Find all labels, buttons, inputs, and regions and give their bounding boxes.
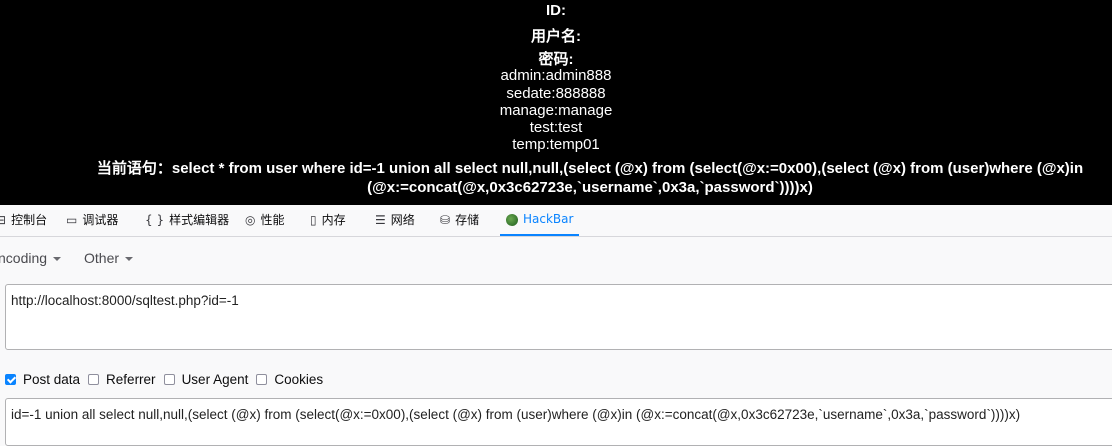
credential-row: temp:temp01: [512, 136, 600, 153]
debugger-icon: ▭: [66, 213, 78, 227]
menu-label: ncoding: [0, 250, 48, 266]
url-input[interactable]: http://localhost:8000/sqltest.php?id=-1: [5, 284, 1112, 350]
referrer-option[interactable]: Referrer: [88, 372, 156, 387]
tab-hackbar[interactable]: HackBar: [500, 205, 580, 236]
tab-label: 调试器: [82, 213, 119, 227]
credential-row: sedate:888888: [506, 85, 606, 102]
request-options: Post data Referrer User Agent Cookies: [5, 370, 331, 388]
password-label: 密码:: [538, 51, 574, 68]
username-label: 用户名:: [531, 28, 581, 45]
option-label: Referrer: [106, 371, 156, 387]
page-output: ID: 用户名: 密码: admin:admin888 sedate:88888…: [0, 0, 1112, 205]
performance-icon: ◎: [245, 213, 256, 227]
tab-console[interactable]: ⊟ 控制台: [0, 205, 47, 236]
tab-debugger[interactable]: ▭ 调试器: [66, 205, 118, 236]
storage-icon: ⛁: [440, 213, 451, 227]
hackbar-menubar: ncoding Other: [0, 237, 1112, 281]
option-label: User Agent: [181, 371, 249, 387]
devtools-toolbar: ⊟ 控制台 ▭ 调试器 { } 样式编辑器 ◎ 性能 ▯ 内存 ☰ 网络 ⛁ 存…: [0, 205, 1112, 237]
tab-label: HackBar: [523, 212, 574, 226]
cookies-checkbox[interactable]: [256, 373, 268, 385]
tab-network[interactable]: ☰ 网络: [375, 205, 415, 236]
tab-storage[interactable]: ⛁ 存储: [440, 205, 479, 236]
query-line-2: (@x:=concat(@x,0x3c62723e,`username`,0x3…: [367, 179, 813, 196]
console-icon: ⊟: [0, 213, 7, 227]
chevron-down-icon: [53, 257, 62, 262]
tab-label: 样式编辑器: [169, 213, 230, 227]
tab-label: 存储: [455, 213, 480, 227]
encoding-menu[interactable]: ncoding: [0, 250, 62, 266]
id-label: ID:: [546, 2, 566, 19]
user-agent-option[interactable]: User Agent: [163, 371, 249, 387]
tab-style-editor[interactable]: { } 样式编辑器: [145, 205, 229, 236]
tab-label: 控制台: [11, 213, 48, 227]
referrer-checkbox[interactable]: [88, 373, 100, 385]
query-line-1: select * from user where id=-1 union all…: [171, 160, 1084, 177]
credential-row: admin:admin888: [500, 67, 612, 84]
option-label: Cookies: [274, 371, 324, 387]
post-data-input[interactable]: id=-1 union all select null,null,(select…: [5, 398, 1112, 446]
other-menu[interactable]: Other: [84, 250, 134, 266]
post-data-checkbox[interactable]: [5, 373, 16, 385]
tab-label: 性能: [260, 213, 285, 227]
cookies-option[interactable]: Cookies: [256, 372, 323, 387]
current-query: 当前语句：select * from user where id=-1 unio…: [90, 159, 1090, 197]
credential-row: manage:manage: [499, 102, 613, 119]
tab-performance[interactable]: ◎ 性能: [245, 205, 285, 236]
chevron-down-icon: [125, 257, 134, 262]
tab-label: 内存: [321, 213, 346, 227]
menu-label: Other: [84, 250, 120, 266]
tab-label: 网络: [390, 213, 415, 227]
post-data-option[interactable]: Post data: [5, 372, 80, 387]
network-icon: ☰: [375, 213, 386, 227]
query-prefix: 当前语句：: [96, 160, 172, 177]
tab-memory[interactable]: ▯ 内存: [310, 205, 346, 236]
credential-row: test:test: [529, 119, 583, 136]
style-editor-icon: { }: [145, 213, 165, 227]
user-agent-checkbox[interactable]: [163, 373, 175, 385]
hackbar-icon: [506, 213, 518, 226]
option-label: Post data: [23, 371, 81, 387]
memory-icon: ▯: [310, 213, 317, 227]
